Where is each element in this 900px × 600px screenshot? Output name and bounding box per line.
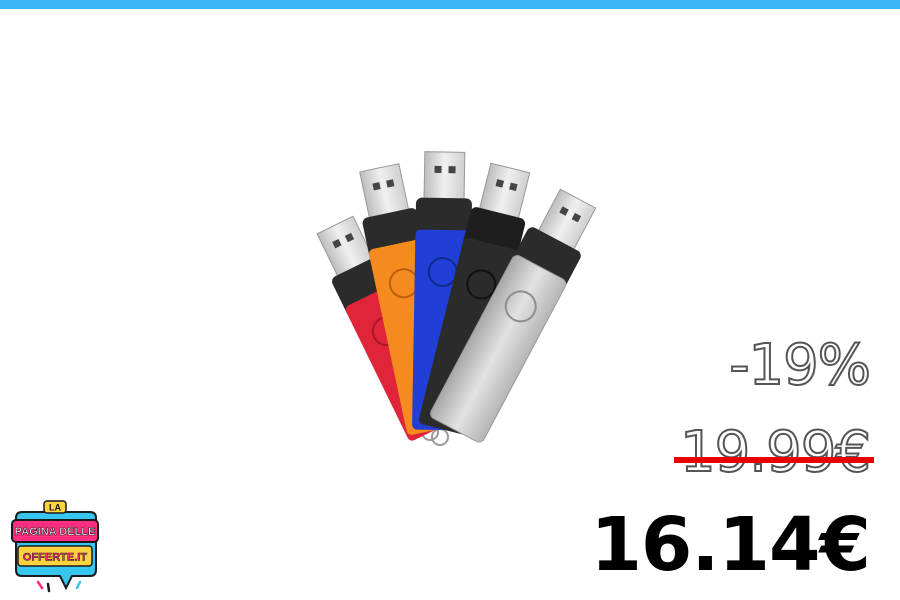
offer-card: -19% 19.99€ 16.14€ LA PAGINA DELLE OFFER… xyxy=(0,0,900,600)
discount-badge: -19% xyxy=(728,333,872,398)
top-accent-bar xyxy=(0,0,900,9)
old-price: 19.99€ xyxy=(674,424,874,482)
old-price-wrapper: 19.99€ xyxy=(674,424,874,482)
old-price-text: 19.99€ xyxy=(679,420,872,485)
site-logo: LA PAGINA DELLE OFFERTE.IT xyxy=(11,500,99,593)
logo-line2: PAGINA DELLE xyxy=(15,526,96,538)
new-price: 16.14€ xyxy=(590,502,871,588)
product-image xyxy=(316,151,597,446)
logo-line1: LA xyxy=(49,503,61,513)
logo-line3: OFFERTE.IT xyxy=(23,552,87,564)
strikethrough-line xyxy=(674,457,874,463)
